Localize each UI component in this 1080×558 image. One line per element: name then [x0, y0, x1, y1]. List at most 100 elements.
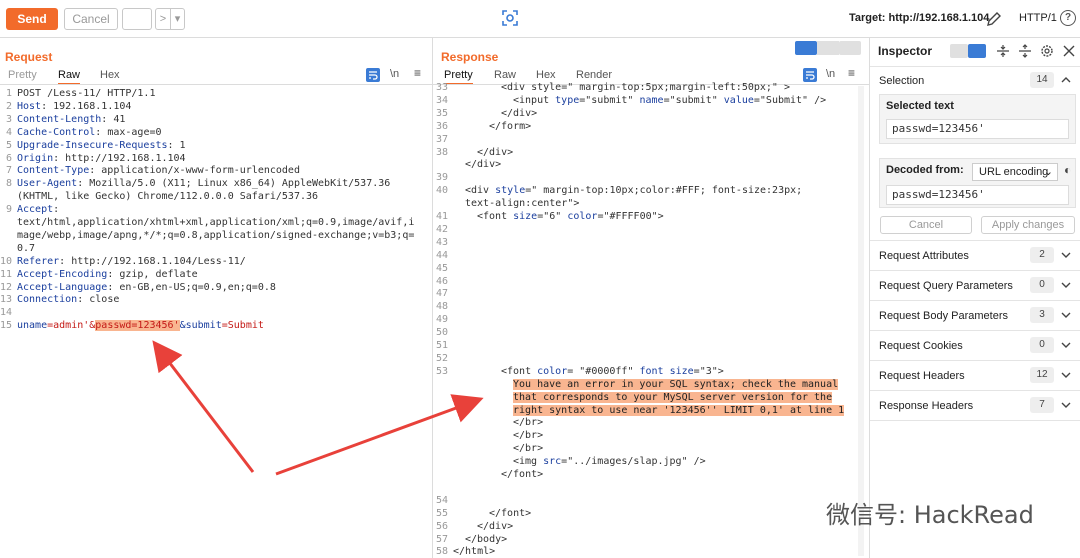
layout-split-horizontal-icon[interactable]: [817, 41, 839, 55]
response-newline-toggle[interactable]: \n: [826, 68, 835, 80]
send-button[interactable]: Send: [6, 8, 58, 30]
inspector-list-icon[interactable]: [950, 44, 968, 58]
request-tab-pretty[interactable]: Pretty: [8, 69, 37, 81]
code-line: 53 <font color= "#0000ff" font size="3">: [433, 366, 859, 379]
code-token: <div: [465, 185, 496, 197]
edit-pencil-icon[interactable]: [986, 11, 1002, 27]
request-menu-icon[interactable]: ≡: [414, 66, 421, 80]
selected-text-title: Selected text: [886, 100, 954, 112]
settings-gear-icon[interactable]: [1040, 44, 1054, 58]
code-token: Accept-Language: [17, 281, 108, 293]
line-content: </br>: [513, 430, 543, 443]
inspector-cancel-button[interactable]: Cancel: [880, 216, 972, 234]
apply-changes-button[interactable]: Apply changes: [981, 216, 1075, 234]
response-editor[interactable]: 33 <div style=" margin-top:5px;margin-lef…: [433, 82, 859, 558]
code-token: name: [639, 94, 664, 106]
code-token: : gzip, deflate: [107, 268, 198, 280]
code-token: </body>: [465, 533, 508, 545]
request-tab-raw[interactable]: Raw: [58, 69, 81, 85]
response-tab-hex[interactable]: Hex: [536, 69, 556, 81]
cancel-button[interactable]: Cancel: [64, 8, 118, 30]
chevron-down-icon[interactable]: [1061, 370, 1071, 380]
inspector-title: Inspector: [878, 44, 933, 58]
line-content: <font size="6" color="#FFFF00">: [477, 211, 664, 224]
chevron-right-icon: >: [159, 13, 167, 25]
inspector-section-request-attributes[interactable]: Request Attributes 2: [870, 241, 1080, 271]
line-number: 33: [435, 82, 448, 93]
inspector-section-request-cookies[interactable]: Request Cookies 0: [870, 331, 1080, 361]
section-label: Response Headers: [879, 400, 974, 412]
layout-split-vertical-icon[interactable]: [795, 41, 817, 55]
decoded-box: Decoded from: URL encoding ⌄ ◐ passwd=123…: [879, 158, 1076, 208]
code-token: Host: [17, 100, 42, 112]
selection-section[interactable]: Selection 14: [870, 66, 1080, 96]
http-version-label[interactable]: HTTP/1: [1019, 12, 1057, 24]
code-line: 42: [433, 224, 859, 237]
response-tab-render[interactable]: Render: [576, 69, 612, 81]
history-back-button[interactable]: [122, 8, 152, 30]
expand-all-icon[interactable]: [1018, 44, 1032, 58]
chevron-up-icon[interactable]: [1061, 75, 1071, 85]
decoding-add-icon[interactable]: ◐: [1064, 163, 1071, 177]
line-number: 4: [5, 126, 12, 138]
code-token: : en-GB,en-US;q=0.9,en;q=0.8: [107, 281, 276, 293]
code-token: color: [537, 365, 568, 377]
decoded-value[interactable]: passwd=123456': [886, 185, 1069, 205]
response-tab-raw[interactable]: Raw: [494, 69, 516, 81]
section-label: Request Query Parameters: [879, 280, 1013, 292]
code-line: </br>: [433, 417, 859, 430]
response-scrollbar[interactable]: [858, 86, 864, 556]
wrap-lines-icon[interactable]: [366, 68, 380, 82]
code-token: : 192.168.1.104: [41, 100, 132, 112]
line-content: <input type="submit" name="submit" value…: [513, 95, 826, 108]
inspector-section-request-body-parameters[interactable]: Request Body Parameters 3: [870, 301, 1080, 331]
code-line: 7 Content-Type: application/x-www-form-ur…: [0, 165, 430, 178]
chevron-down-icon[interactable]: [1061, 340, 1071, 350]
request-newline-toggle[interactable]: \n: [390, 68, 399, 80]
chevron-down-icon[interactable]: [1061, 310, 1071, 320]
code-line: 9 Accept:: [0, 204, 430, 217]
inspector-panel-icon[interactable]: [968, 44, 986, 58]
inspector-panel: Inspector Selection 14 Selected text pas…: [869, 38, 1080, 558]
code-line: mage/webp,image/apng,*/*;q=0.8,applicati…: [0, 230, 430, 243]
line-content: <div style=" margin-top:5px;margin-left:…: [501, 82, 790, 95]
request-tab-hex[interactable]: Hex: [100, 69, 120, 81]
request-editor[interactable]: 1 POST /Less-11/ HTTP/1.1 2 Host: 192.168.1…: [0, 88, 430, 418]
collapse-all-icon[interactable]: [996, 44, 1010, 58]
scan-icon[interactable]: [502, 10, 518, 26]
code-line: 48: [433, 301, 859, 314]
chevron-down-icon[interactable]: [1061, 400, 1071, 410]
chevron-down-icon[interactable]: [1061, 280, 1071, 290]
inspector-section-response-headers[interactable]: Response Headers 7: [870, 391, 1080, 421]
code-line: 5 Upgrade-Insecure-Requests: 1: [0, 140, 430, 153]
line-content: uname=admin'&passwd=123456'&submit=Submi…: [17, 320, 264, 333]
code-line: 39: [433, 172, 859, 185]
inspector-section-request-query-parameters[interactable]: Request Query Parameters 0: [870, 271, 1080, 301]
inspector-section-request-headers[interactable]: Request Headers 12: [870, 361, 1080, 391]
code-line: 44: [433, 250, 859, 263]
decoding-select[interactable]: URL encoding ⌄: [972, 163, 1058, 181]
layout-tabs-icon[interactable]: [839, 41, 861, 55]
code-token: passwd=123456': [95, 320, 180, 332]
line-number: 13: [0, 294, 13, 306]
code-line: 50: [433, 327, 859, 340]
selected-text-value[interactable]: passwd=123456': [886, 119, 1069, 139]
chevron-down-icon[interactable]: [1061, 250, 1071, 260]
history-forward-button[interactable]: > ▾: [155, 8, 185, 30]
line-number: 38: [435, 146, 448, 158]
line-number: 48: [435, 301, 448, 313]
response-wrap-lines-icon[interactable]: [803, 68, 817, 82]
response-menu-icon[interactable]: ≡: [848, 66, 855, 80]
code-line: 40 <div style=" margin-top:10px;color:#FF…: [433, 185, 859, 198]
line-number: 44: [435, 249, 448, 261]
layout-toggle[interactable]: [795, 41, 861, 55]
line-number: 9: [5, 204, 12, 216]
code-token: ="3">: [693, 365, 724, 377]
line-number: 39: [435, 172, 448, 184]
close-icon[interactable]: [1062, 44, 1076, 58]
code-token: : http://192.168.1.104: [53, 152, 186, 164]
code-line: You have an error in your SQL syntax; ch…: [433, 378, 859, 392]
help-icon[interactable]: ?: [1060, 10, 1076, 26]
code-token: Origin: [17, 152, 54, 164]
inspector-layout-toggle[interactable]: [950, 44, 986, 58]
